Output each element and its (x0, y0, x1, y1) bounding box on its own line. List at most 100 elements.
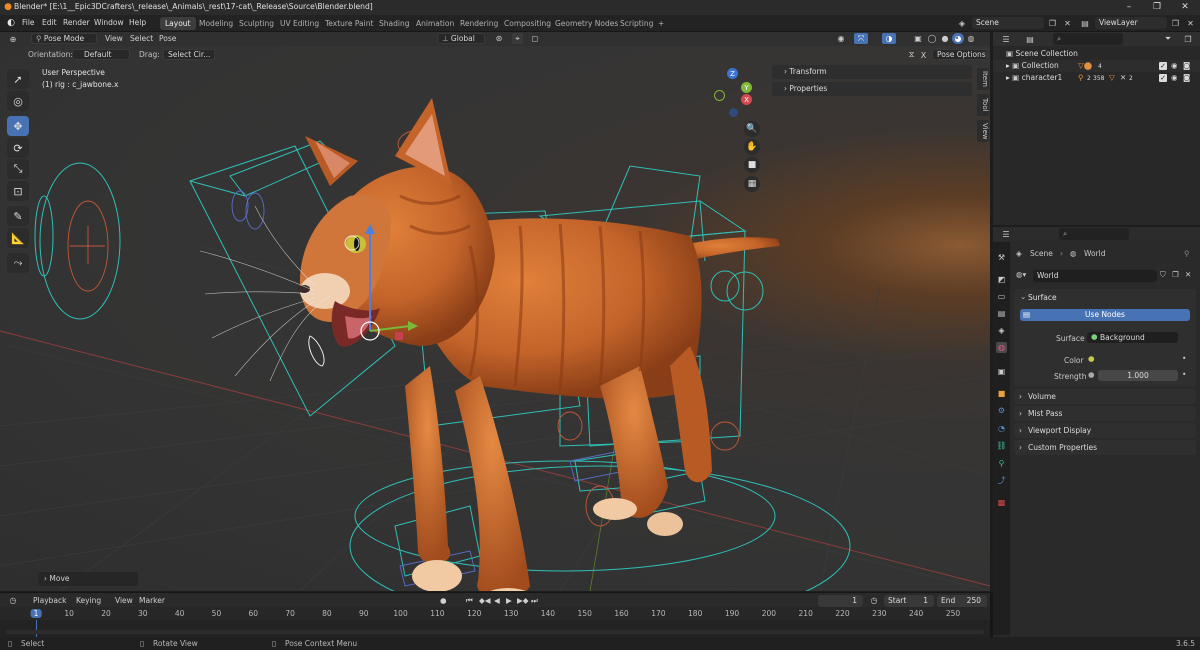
camera-render-icon[interactable]: ◙ (1183, 60, 1190, 72)
shading-solid-icon[interactable]: ● (939, 33, 951, 44)
maximize-button[interactable]: ❐ (1143, 0, 1171, 15)
animate-color-icon[interactable]: • (1182, 354, 1186, 363)
cursor-tool-button[interactable]: ◎ (7, 91, 29, 111)
transform-tool-button[interactable]: ⊡ (7, 181, 29, 201)
menu-edit[interactable]: Edit (42, 18, 57, 27)
delete-view-layer-icon[interactable]: ✕ (1185, 18, 1196, 28)
display-mode-icon[interactable]: ▤ (1023, 34, 1037, 44)
workspace-tab-uv-editing[interactable]: UV Editing (275, 17, 324, 30)
timeline-menu-keying[interactable]: Keying (76, 596, 101, 605)
texture-tab-icon[interactable]: ▩ (996, 497, 1007, 508)
pose-tool-button[interactable]: ⤳ (7, 253, 29, 273)
shading-rendered-icon[interactable]: ◍ (965, 33, 977, 44)
scene-tab-icon[interactable]: ◈ (996, 325, 1007, 336)
workspace-tab-compositing[interactable]: Compositing (499, 17, 556, 30)
xray-icon[interactable]: ▣ (912, 33, 924, 44)
sidebar-tab-tool[interactable]: Tool (977, 94, 989, 116)
shading-wireframe-icon[interactable]: ◯ (926, 33, 938, 44)
workspace-tab-layout[interactable]: Layout (160, 17, 196, 30)
proportional-edit-icon[interactable]: ◻ (526, 33, 544, 44)
overlay-toggle-icon[interactable]: ◑ (882, 33, 896, 44)
camera-icon[interactable]: ■ (744, 157, 760, 173)
close-window-button[interactable]: ✕ (1171, 0, 1199, 15)
viewport-menu-view[interactable]: View (105, 34, 123, 43)
eye-icon[interactable]: ◉ (1171, 72, 1178, 84)
fake-user-shield-icon[interactable]: ⛉ (1160, 270, 1166, 280)
exclude-checkbox[interactable]: ✓ (1159, 62, 1167, 70)
timeline-menu-marker[interactable]: Marker (139, 596, 165, 605)
render-tab-icon[interactable]: ◩ (996, 274, 1007, 285)
object-tab-icon[interactable]: ■ (996, 388, 1007, 399)
workspace-tab-shading[interactable]: Shading (374, 17, 414, 30)
last-operator-panel[interactable]: › Move (38, 572, 138, 586)
new-collection-icon[interactable]: ❐ (1181, 34, 1195, 44)
3d-viewport[interactable]: User Perspective (1) rig : c_jawbone.x ➚… (0, 46, 990, 591)
drag-dropdown[interactable]: Select Cir... (163, 49, 215, 60)
collection-tab-icon[interactable]: ▣ (996, 366, 1007, 377)
gizmo-neg-y[interactable] (714, 90, 725, 101)
properties-editor-icon[interactable]: ☰ (999, 229, 1013, 239)
world-tab-icon[interactable]: ◍ (996, 342, 1007, 353)
eye-icon[interactable]: ◉ (1171, 60, 1178, 72)
navigation-gizmo[interactable]: Z X Y (710, 66, 760, 121)
outliner-search-input[interactable]: ⌕ (1053, 33, 1123, 45)
physics-tab-icon[interactable]: ◔ (996, 423, 1007, 434)
visibility-icon[interactable]: ◉ (832, 33, 850, 44)
menu-window[interactable]: Window (94, 18, 124, 27)
pan-hand-icon[interactable]: ✋ (744, 139, 760, 155)
transform-orientation-dropdown[interactable]: ⊥ Global (437, 33, 485, 44)
modifier-tab-icon[interactable]: ⚙ (996, 405, 1007, 416)
outliner-editor-icon[interactable]: ☰ (999, 34, 1013, 44)
move-tool-button[interactable]: ✥ (7, 116, 29, 136)
jump-keyframe-forward-icon[interactable]: ▶◆ (517, 596, 529, 605)
new-view-layer-icon[interactable]: ❐ (1170, 18, 1181, 28)
timeline-menu-view[interactable]: View (115, 596, 133, 605)
snap-icon[interactable]: ⌖ (512, 33, 523, 44)
scale-tool-button[interactable]: ⤡ (7, 159, 29, 179)
blender-menu-icon[interactable]: ◐ (6, 18, 16, 28)
timeline-body[interactable] (0, 620, 990, 637)
view-layer-field[interactable]: ViewLayer (1095, 17, 1167, 29)
record-icon[interactable]: ● (440, 596, 447, 605)
chevron-down-icon[interactable]: ⌄ (1020, 292, 1026, 301)
world-name-field[interactable]: World (1033, 270, 1157, 282)
menu-help[interactable]: Help (129, 18, 146, 27)
start-frame-field[interactable]: Start 1 (884, 595, 934, 607)
bone-tab-icon[interactable]: ⤴ (996, 475, 1007, 486)
sidebar-tab-item[interactable]: Item (977, 68, 989, 90)
unlink-world-icon[interactable]: ✕ (1185, 270, 1191, 279)
current-frame-field[interactable]: 1 (818, 595, 863, 607)
workspace-tab-animation[interactable]: Animation (411, 17, 459, 30)
zoom-icon[interactable]: 🔍 (744, 121, 760, 137)
ortho-grid-icon[interactable]: ▦ (744, 176, 760, 192)
annotate-tool-button[interactable]: ✎ (7, 206, 29, 226)
new-world-icon[interactable]: ❐ (1172, 270, 1179, 279)
use-nodes-button[interactable]: ▤ Use Nodes (1020, 309, 1190, 321)
menu-render[interactable]: Render (63, 18, 90, 27)
scene-field[interactable]: Scene (972, 17, 1044, 29)
color-swatch[interactable] (1098, 354, 1178, 365)
delete-scene-icon[interactable]: ✕ (1062, 18, 1073, 28)
scene-icon[interactable]: ◈ (955, 18, 969, 29)
viewport-menu-select[interactable]: Select (130, 34, 153, 43)
workspace-tab-texture-paint[interactable]: Texture Paint (320, 17, 378, 30)
preview-range-icon[interactable]: ◷ (868, 595, 880, 606)
viewport-display-panel[interactable]: › Viewport Display (1014, 423, 1196, 438)
constraint-tab-icon[interactable]: ⛓ (996, 440, 1007, 451)
play-icon[interactable]: ▶ (506, 596, 512, 605)
select-tool-button[interactable]: ➚ (7, 69, 29, 89)
workspace-tab-modeling[interactable]: Modeling (194, 17, 238, 30)
camera-render-icon[interactable]: ◙ (1183, 72, 1190, 84)
data-tab-icon[interactable]: ⚲ (996, 458, 1007, 469)
outliner-row-character1[interactable]: ▸ ▣ character1 ⚲ 2 358 ▽ ✕ 2 ✓ ◉ ◙ (993, 72, 1200, 84)
animate-strength-icon[interactable]: • (1182, 370, 1186, 379)
outliner-row-collection[interactable]: ▸ ▣ Collection ▽⬤ 4 ✓ ◉ ◙ (993, 60, 1200, 72)
workspace-tab-rendering[interactable]: Rendering (455, 17, 503, 30)
outliner-scene-collection[interactable]: ▣ Scene Collection (993, 48, 1200, 60)
sidebar-tab-view[interactable]: View (977, 120, 989, 142)
workspace-tab-sculpting[interactable]: Sculpting (234, 17, 279, 30)
menu-file[interactable]: File (22, 18, 35, 27)
workspace-tab-geometry-nodes[interactable]: Geometry Nodes (550, 17, 623, 30)
timeline-menu-playback[interactable]: Playback (33, 596, 66, 605)
measure-tool-button[interactable]: 📐 (7, 228, 29, 248)
